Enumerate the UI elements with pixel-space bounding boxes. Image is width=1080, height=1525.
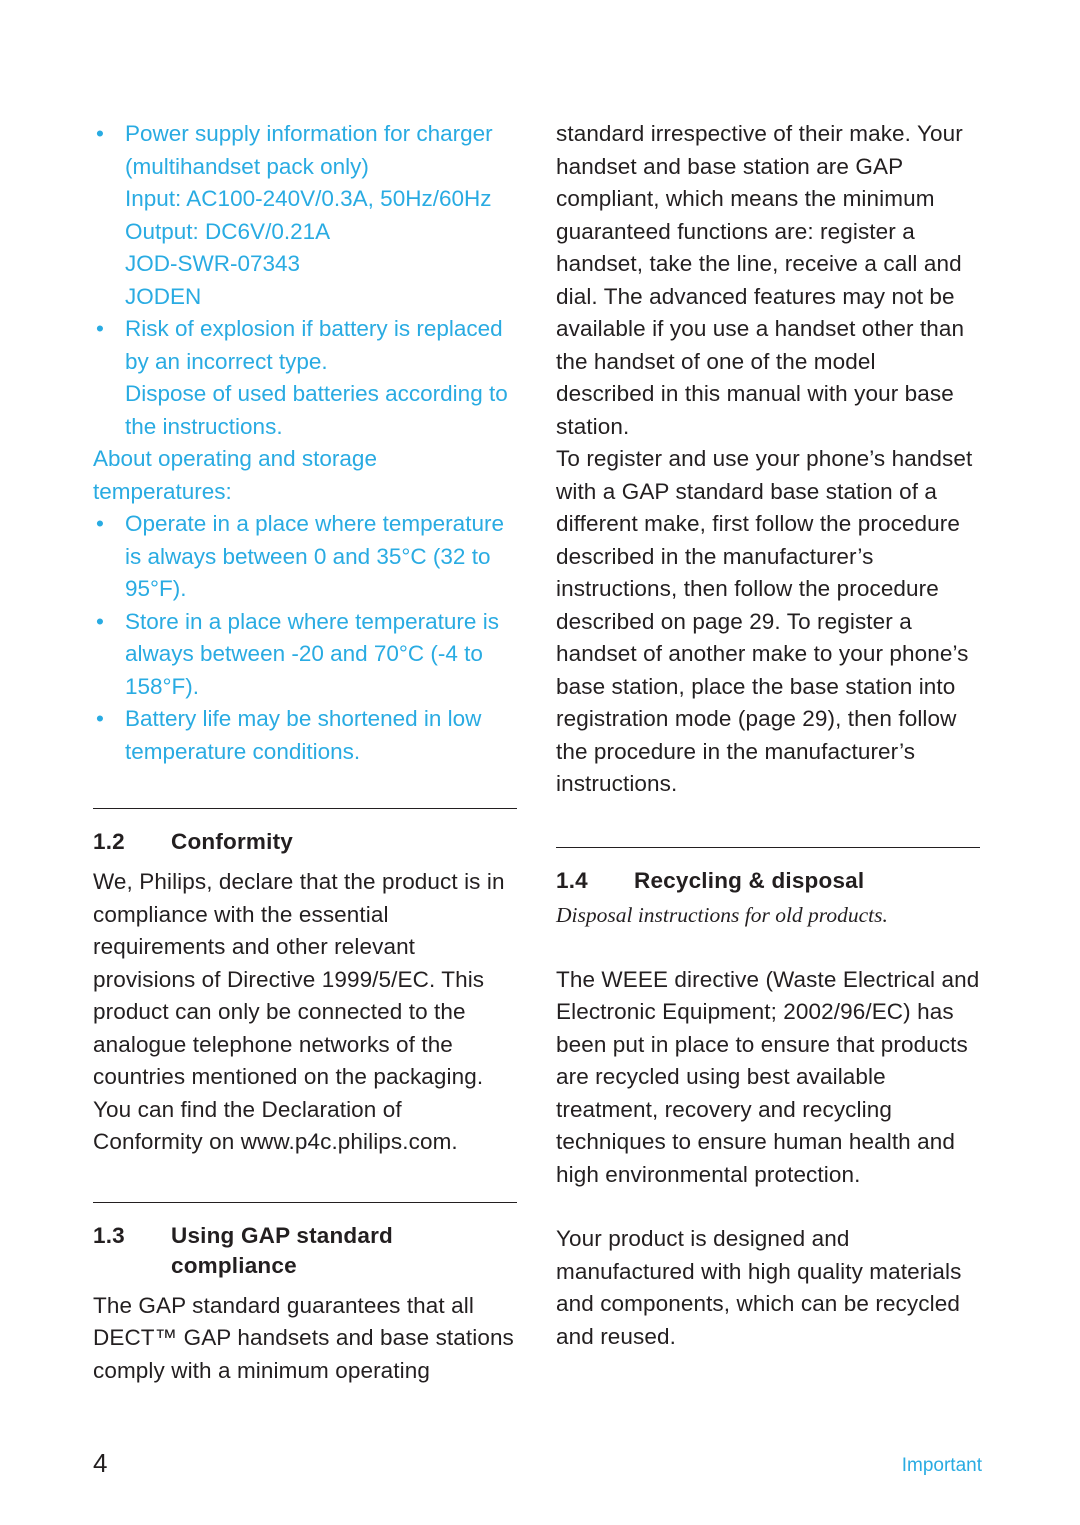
bullet-dot: • <box>96 121 104 146</box>
bullet-dot: • <box>96 511 104 536</box>
gap-continued-paragraph-1: standard irrespective of their make. You… <box>556 121 965 439</box>
section-heading-gap: 1.3 Using GAP standard compliance <box>93 1221 517 1281</box>
note-text: Input: AC100-240V/0.3A, 50Hz/60Hz <box>125 186 492 211</box>
section-title: Using GAP standard compliance <box>171 1222 393 1278</box>
footer-chapter-label: Important <box>901 1455 982 1476</box>
note-text: JOD-SWR-07343 <box>125 251 301 276</box>
list-item: JODEN <box>93 281 517 314</box>
recycling-subtitle: Disposal instructions for old products. <box>556 902 888 927</box>
conformity-body: We, Philips, declare that the product is… <box>93 869 505 1154</box>
note-text: Operate in a place where temperature is … <box>125 511 504 601</box>
list-item: Input: AC100-240V/0.3A, 50Hz/60Hz <box>93 183 517 216</box>
list-item: • Battery life may be shortened in low t… <box>93 703 517 768</box>
note-text: Risk of explosion if battery is replaced… <box>125 316 503 374</box>
left-column: • Power supply information for charger (… <box>93 118 517 1387</box>
list-item: • Operate in a place where temperature i… <box>93 508 517 606</box>
list-item: Output: DC6V/0.21A <box>93 216 517 249</box>
bullet-dot: • <box>96 706 104 731</box>
list-item: • Risk of explosion if battery is replac… <box>93 313 517 378</box>
recycling-paragraph-1: The WEEE directive (Waste Electrical and… <box>556 966 980 1187</box>
note-text: Store in a place where temperature is al… <box>125 608 499 699</box>
safety-notes-list: • Power supply information for charger (… <box>93 118 517 768</box>
gap-continued-paragraph-2: To register and use your phone’s handset… <box>556 446 973 796</box>
section-number: 1.4 <box>556 867 588 893</box>
note-text: Power supply information for charger (mu… <box>125 121 493 179</box>
list-item: About operating and storage temperatures… <box>93 443 517 508</box>
bullet-dot: • <box>96 608 104 634</box>
note-text: Battery life may be shortened in low tem… <box>125 706 482 764</box>
section-heading-recycling: 1.4 Recycling & disposal <box>556 866 980 896</box>
list-item: Dispose of used batteries according to t… <box>93 378 517 443</box>
section-title: Recycling & disposal <box>634 867 865 893</box>
section-number: 1.3 <box>93 1222 125 1248</box>
list-item: JOD-SWR-07343 <box>93 248 517 281</box>
page-number: 4 <box>93 1448 108 1478</box>
note-text: Output: DC6V/0.21A <box>125 218 331 244</box>
gap-body: The GAP standard guarantees that all DEC… <box>93 1292 514 1383</box>
right-column: standard irrespective of their make. You… <box>556 118 980 1353</box>
recycling-paragraph-2: Your product is designed and manufacture… <box>556 1226 962 1349</box>
list-item: • Store in a place where temperature is … <box>93 606 517 704</box>
section-heading-conformity: 1.2 Conformity <box>93 827 517 857</box>
note-text: About operating and storage temperatures… <box>93 446 377 504</box>
section-number: 1.2 <box>93 829 125 854</box>
bullet-dot: • <box>96 316 104 341</box>
document-page: • Power supply information for charger (… <box>0 0 1080 1525</box>
list-item: • Power supply information for charger (… <box>93 118 517 183</box>
note-text: JODEN <box>125 283 202 309</box>
note-text: Dispose of used batteries according to t… <box>125 381 508 439</box>
section-title: Conformity <box>171 829 293 854</box>
